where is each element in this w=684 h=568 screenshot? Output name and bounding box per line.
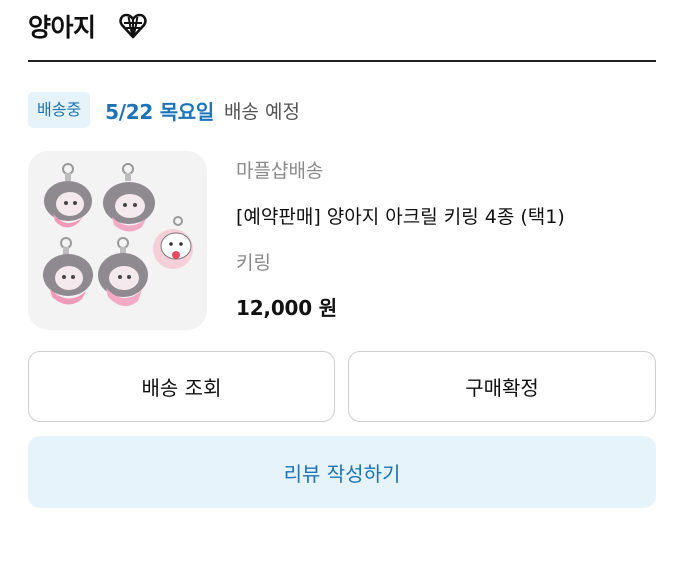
keyring-illustration — [43, 163, 193, 307]
store-header: 양아지 — [28, 0, 656, 62]
delivery-status-row: 배송중 5/22 목요일 배송 예정 — [28, 91, 300, 129]
keyring-2 — [103, 163, 155, 232]
keyring-1 — [44, 163, 92, 228]
delivery-note: 배송 예정 — [224, 100, 300, 123]
product-price: 12,000 원 — [236, 296, 337, 320]
track-delivery-button[interactable]: 배송 조회 — [28, 351, 335, 422]
store-name[interactable]: 양아지 — [28, 8, 96, 44]
product-title[interactable]: [예약판매] 양아지 아크릴 키링 4종 (택1) — [236, 202, 565, 232]
product-info: 마플샵배송 [예약판매] 양아지 아크릴 키링 4종 (택1) 키링 12,00… — [236, 156, 565, 321]
keyring-3 — [43, 237, 93, 305]
product-image[interactable] — [28, 151, 207, 330]
heart-globe-icon — [119, 13, 147, 39]
confirm-purchase-button[interactable]: 구매확정 — [348, 351, 656, 422]
seller-label: 마플샵배송 — [236, 160, 324, 182]
write-review-button[interactable]: 리뷰 작성하기 — [28, 436, 656, 508]
keyring-4 — [98, 237, 148, 307]
delivery-date: 5/22 목요일 — [105, 99, 214, 124]
product-option: 키링 — [236, 252, 271, 274]
status-badge: 배송중 — [28, 92, 91, 128]
keyring-5 — [153, 216, 193, 269]
